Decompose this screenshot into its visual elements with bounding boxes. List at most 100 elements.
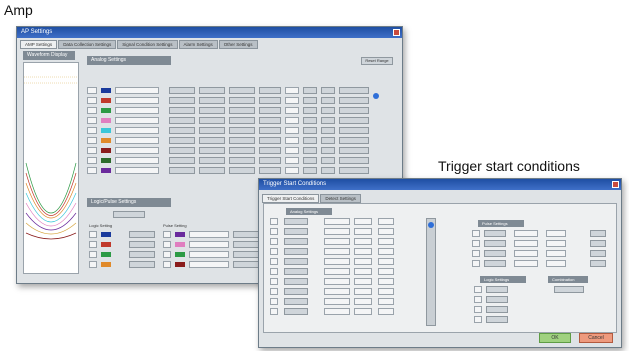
scale-value-button[interactable] — [321, 167, 335, 174]
trigger-condition-select[interactable] — [284, 228, 308, 235]
tab-amp-settings[interactable]: AMP Settings — [20, 40, 58, 49]
channel-annotation-field[interactable] — [115, 97, 159, 104]
channel-annotation-field[interactable] — [115, 117, 159, 124]
display-button[interactable] — [339, 127, 369, 134]
scaling-button[interactable] — [303, 127, 317, 134]
trigger-hys-field[interactable] — [354, 258, 372, 265]
channel-annotation-field[interactable] — [115, 107, 159, 114]
unit-field[interactable] — [285, 137, 299, 144]
trigger-hys-field[interactable] — [354, 268, 372, 275]
pulse-level-field[interactable] — [514, 230, 538, 237]
display-button[interactable] — [339, 87, 369, 94]
trigger-level-field[interactable] — [324, 308, 350, 315]
range-setting-button[interactable] — [199, 117, 225, 124]
unit-field[interactable] — [285, 87, 299, 94]
channel-color-swatch[interactable] — [101, 138, 111, 143]
trigger-level-field[interactable] — [324, 278, 350, 285]
trigger-hys-field[interactable] — [354, 278, 372, 285]
logic-setting-button[interactable] — [129, 251, 155, 258]
logic-color-swatch[interactable] — [101, 252, 111, 257]
trigger-hys-field[interactable] — [354, 228, 372, 235]
scaling-button[interactable] — [303, 137, 317, 144]
slider-thumb[interactable] — [428, 222, 434, 228]
filter-extra-button[interactable] — [259, 157, 281, 164]
scale-value-button[interactable] — [321, 97, 335, 104]
trigger-hys-field[interactable] — [354, 248, 372, 255]
pulse-color-swatch[interactable] — [175, 262, 185, 267]
input-setting-button[interactable] — [169, 167, 195, 174]
scale-value-button[interactable] — [321, 117, 335, 124]
trigger-condition-select[interactable] — [284, 308, 308, 315]
pulse-annotation-field[interactable] — [189, 241, 229, 248]
input-setting-button[interactable] — [169, 157, 195, 164]
display-button[interactable] — [339, 117, 369, 124]
pulse-setting-button[interactable] — [590, 230, 606, 237]
pulse-value-field[interactable] — [546, 230, 566, 237]
cancel-button[interactable]: Cancel — [579, 333, 613, 343]
pulse-condition-select[interactable] — [484, 250, 506, 257]
trigger-level-slider[interactable] — [426, 218, 436, 326]
tab-signal-condition[interactable]: Signal Condition Settings — [117, 40, 178, 49]
trigger-unit-field[interactable] — [378, 308, 394, 315]
channel-color-swatch[interactable] — [101, 108, 111, 113]
filter-extra-button[interactable] — [259, 107, 281, 114]
logic-condition-select[interactable] — [486, 286, 508, 293]
trigger-condition-select[interactable] — [284, 288, 308, 295]
tab-other[interactable]: Other Settings — [218, 40, 258, 49]
channel-color-swatch[interactable] — [101, 168, 111, 173]
logic-condition-select[interactable] — [486, 296, 508, 303]
input-setting-button[interactable] — [169, 97, 195, 104]
trigger-level-field[interactable] — [324, 218, 350, 225]
pulse-setting-button[interactable] — [233, 251, 259, 258]
channel-color-swatch[interactable] — [101, 158, 111, 163]
channel-annotation-field[interactable] — [115, 167, 159, 174]
channel-color-swatch[interactable] — [101, 118, 111, 123]
range-setting-button[interactable] — [199, 127, 225, 134]
ok-button[interactable]: OK — [539, 333, 571, 343]
tab-data-collection[interactable]: Data Collection Settings — [58, 40, 117, 49]
scale-value-button[interactable] — [321, 107, 335, 114]
filter-setting-button[interactable] — [229, 117, 255, 124]
unit-field[interactable] — [285, 167, 299, 174]
input-setting-button[interactable] — [169, 117, 195, 124]
pulse-level-field[interactable] — [514, 240, 538, 247]
pulse-level-field[interactable] — [514, 250, 538, 257]
trigger-condition-select[interactable] — [284, 278, 308, 285]
trigger-hys-field[interactable] — [354, 288, 372, 295]
input-setting-button[interactable] — [169, 127, 195, 134]
unit-field[interactable] — [285, 157, 299, 164]
filter-extra-button[interactable] — [259, 127, 281, 134]
pulse-setting-button[interactable] — [233, 231, 259, 238]
filter-setting-button[interactable] — [229, 97, 255, 104]
filter-setting-button[interactable] — [229, 137, 255, 144]
scale-value-button[interactable] — [321, 87, 335, 94]
display-button[interactable] — [339, 157, 369, 164]
pulse-value-field[interactable] — [546, 240, 566, 247]
trigger-condition-select[interactable] — [284, 248, 308, 255]
logic-color-swatch[interactable] — [101, 232, 111, 237]
pulse-setting-button[interactable] — [590, 260, 606, 267]
channel-annotation-field[interactable] — [115, 127, 159, 134]
pulse-color-swatch[interactable] — [175, 242, 185, 247]
range-setting-button[interactable] — [199, 87, 225, 94]
channel-color-swatch[interactable] — [101, 88, 111, 93]
pulse-setting-button[interactable] — [233, 261, 259, 268]
scaling-button[interactable] — [303, 147, 317, 154]
range-setting-button[interactable] — [199, 167, 225, 174]
trigger-unit-field[interactable] — [378, 278, 394, 285]
trigger-level-field[interactable] — [324, 258, 350, 265]
logic-condition-select[interactable] — [486, 316, 508, 323]
unit-field[interactable] — [285, 97, 299, 104]
pulse-setting-button[interactable] — [590, 250, 606, 257]
logic-setting-button[interactable] — [129, 241, 155, 248]
display-button[interactable] — [339, 137, 369, 144]
filter-extra-button[interactable] — [259, 137, 281, 144]
trigger-unit-field[interactable] — [378, 218, 394, 225]
logic-condition-select[interactable] — [486, 306, 508, 313]
scale-value-button[interactable] — [321, 157, 335, 164]
pulse-annotation-field[interactable] — [189, 251, 229, 258]
close-icon[interactable] — [393, 29, 400, 36]
pulse-color-swatch[interactable] — [175, 252, 185, 257]
channel-annotation-field[interactable] — [115, 157, 159, 164]
range-setting-button[interactable] — [199, 137, 225, 144]
